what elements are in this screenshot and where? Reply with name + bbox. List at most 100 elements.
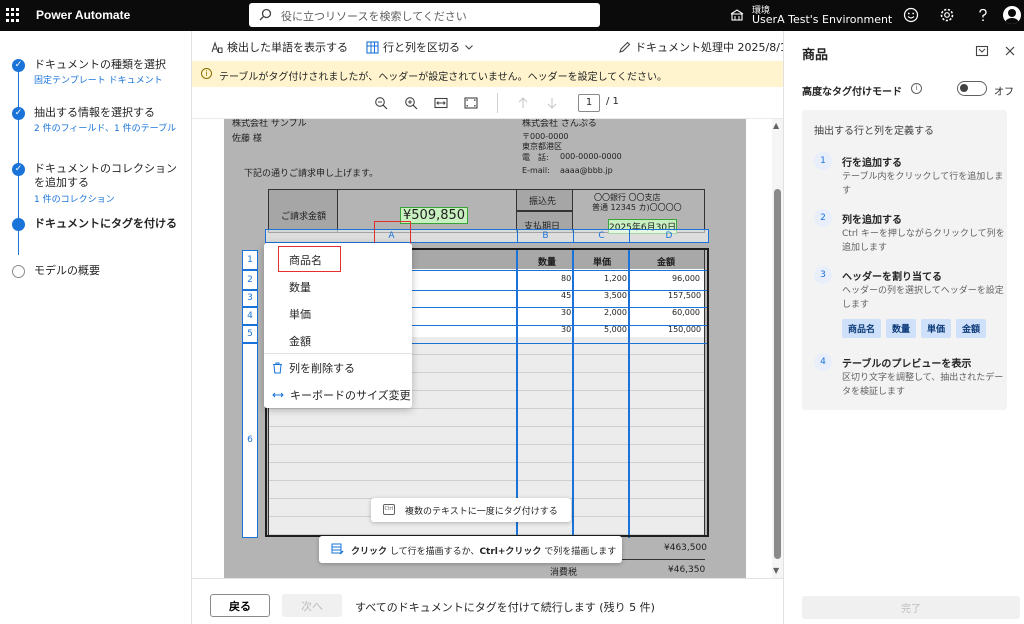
pending-step-icon bbox=[12, 265, 25, 278]
back-button[interactable]: 戻る bbox=[210, 594, 270, 617]
delete-column-button[interactable]: 列を削除する bbox=[272, 360, 355, 376]
search-box[interactable]: 役に立つリソースを検索してください bbox=[249, 3, 600, 27]
step-title: ドキュメントの種類を選択 bbox=[34, 58, 166, 71]
step-number: 2 bbox=[814, 209, 832, 227]
user-avatar-icon[interactable] bbox=[1003, 6, 1021, 24]
document-toolbar: 検出した単語を表示する 行と列を区切る ドキュメント処理中 2025/8/17 bbox=[192, 31, 794, 61]
step-title: ドキュメントにタグを付ける bbox=[34, 217, 177, 230]
doc-person: 佐藤 様 bbox=[232, 134, 262, 144]
draw-table-icon bbox=[331, 543, 344, 555]
step-description: ヘッダーの列を選択してヘッダーを設定します bbox=[842, 286, 1004, 310]
show-detected-words-button[interactable]: 検出した単語を表示する bbox=[210, 39, 348, 55]
scroll-up-icon[interactable]: ▲ bbox=[773, 121, 779, 130]
table-grid-icon bbox=[366, 40, 379, 54]
menu-item-amount[interactable]: 金額 bbox=[289, 333, 311, 349]
step-heading: テーブルのプレビューを表示 bbox=[842, 359, 972, 370]
menu-item-quantity[interactable]: 数量 bbox=[289, 279, 311, 295]
processing-label: ドキュメント処理中 2025/8/17 bbox=[635, 41, 794, 54]
scrollbar-thumb[interactable] bbox=[774, 189, 781, 559]
search-placeholder: 役に立つリソースを検索してください bbox=[281, 10, 467, 23]
warning-text: テーブルがタグ付けされましたが、ヘッダーが設定されていません。ヘッダーを設定して… bbox=[219, 72, 667, 83]
step-number: 3 bbox=[814, 266, 832, 284]
scroll-down-icon[interactable]: ▼ bbox=[773, 566, 779, 575]
doc-bank-label: 振込先 bbox=[529, 197, 557, 207]
keyboard-resize-label: キーボードのサイズ変更 bbox=[290, 389, 411, 402]
delete-column-label: 列を削除する bbox=[289, 362, 355, 375]
text-detect-icon bbox=[211, 40, 223, 53]
dock-panel-icon[interactable] bbox=[975, 44, 989, 58]
step-subtitle[interactable]: 固定テンプレート ドキュメント bbox=[34, 75, 184, 88]
next-button[interactable]: 次へ bbox=[282, 594, 342, 617]
page-number-input[interactable]: 1 bbox=[578, 94, 600, 112]
draw-rows-cols-hint: クリック して行を描画するか、Ctrl+クリック で列を描画します bbox=[319, 536, 622, 563]
show-detected-words-label: 検出した単語を表示する bbox=[227, 41, 348, 54]
split-rows-cols-label: 行と列を区切る bbox=[383, 41, 460, 54]
resize-arrows-icon bbox=[272, 392, 284, 398]
app-title[interactable]: Power Automate bbox=[36, 8, 130, 22]
steps-sidebar: ✓ ドキュメントの種類を選択 固定テンプレート ドキュメント ✓ 抽出する情報を… bbox=[0, 31, 192, 624]
step-title: ドキュメントのコレクションを追加する bbox=[34, 162, 177, 189]
multi-tag-hint[interactable]: Ctrl 複数のテキストに一度にタグ付けする bbox=[371, 498, 571, 522]
app-launcher-icon[interactable] bbox=[6, 8, 20, 22]
row-header-2[interactable]: 2 bbox=[242, 270, 258, 290]
arrow-down-icon[interactable] bbox=[545, 96, 559, 110]
doc-tax: ¥46,350 bbox=[668, 565, 706, 575]
step-heading: 行を追加する bbox=[842, 158, 902, 169]
help-icon[interactable] bbox=[975, 7, 991, 23]
header-chip[interactable]: 単価 bbox=[921, 319, 952, 338]
header-chip[interactable]: 金額 bbox=[956, 319, 987, 338]
column-header-c[interactable]: C bbox=[573, 229, 630, 243]
doc-subtotal: ¥463,500 bbox=[664, 543, 707, 553]
search-icon bbox=[259, 8, 272, 21]
document-scrollbar[interactable]: ▲ ▼ bbox=[772, 119, 783, 578]
document-processing-status[interactable]: ドキュメント処理中 2025/8/17 bbox=[618, 39, 794, 55]
menu-item-unit-price[interactable]: 単価 bbox=[289, 306, 311, 322]
info-icon[interactable]: i bbox=[911, 83, 922, 94]
gear-icon[interactable] bbox=[939, 7, 955, 23]
row-header-3[interactable]: 3 bbox=[242, 290, 258, 307]
step-subtitle[interactable]: 2 件のフィールド、1 件のテーブル bbox=[34, 123, 184, 136]
zoom-in-icon[interactable] bbox=[404, 96, 418, 110]
viewer-divider bbox=[497, 93, 498, 113]
smiley-icon[interactable] bbox=[903, 7, 919, 23]
row-header-6[interactable]: 6 bbox=[242, 343, 258, 538]
current-step-icon bbox=[12, 218, 25, 231]
multi-tag-hint-text: 複数のテキストに一度にタグ付けする bbox=[405, 507, 558, 517]
advanced-mode-toggle[interactable] bbox=[957, 81, 987, 96]
advanced-mode-label: 高度なタグ付けモード bbox=[802, 87, 902, 98]
step-title: モデルの概要 bbox=[34, 264, 100, 277]
fit-width-icon[interactable] bbox=[434, 96, 448, 110]
row-header-4[interactable]: 4 bbox=[242, 307, 258, 325]
column-header-b[interactable]: B bbox=[517, 229, 574, 243]
step-subtitle[interactable]: 1 件のコレクション bbox=[34, 194, 184, 207]
header-chips: 商品名 数量 単価 金額 bbox=[842, 319, 987, 338]
row-header-5[interactable]: 5 bbox=[242, 325, 258, 343]
doc-email: aaaa@bbb.jp bbox=[560, 166, 613, 175]
keyboard-icon: Ctrl bbox=[383, 504, 395, 515]
split-rows-cols-dropdown[interactable]: 行と列を区切る bbox=[366, 39, 474, 55]
keyboard-resize-button[interactable]: キーボードのサイズ変更 bbox=[272, 387, 411, 403]
doc-tel: 000-0000-0000 bbox=[560, 152, 622, 161]
column-header-d[interactable]: D bbox=[629, 229, 709, 243]
zoom-out-icon[interactable] bbox=[374, 96, 388, 110]
product-name-highlight bbox=[278, 246, 341, 272]
done-button[interactable]: 完了 bbox=[802, 596, 1020, 619]
top-bar: Power Automate 役に立つリソースを検索してください 環境 User… bbox=[0, 0, 1024, 31]
doc-tax-label: 消費税 bbox=[550, 568, 578, 578]
wizard-footer: 戻る 次へ すべてのドキュメントにタグを付けて続行します (残り 5 件) bbox=[192, 578, 783, 624]
environment-name[interactable]: UserA Test's Environment bbox=[752, 13, 892, 26]
doc-address: 東京都港区 bbox=[522, 142, 562, 151]
arrow-up-icon[interactable] bbox=[516, 96, 530, 110]
warning-banner: i テーブルがタグ付けされましたが、ヘッダーが設定されていません。ヘッダーを設定… bbox=[192, 61, 783, 87]
step-number: 1 bbox=[814, 152, 832, 170]
fit-page-icon[interactable] bbox=[464, 96, 478, 110]
step-description: 区切り文字を調整して、抽出されたデータを検証します bbox=[842, 373, 1004, 397]
doc-email-label: E-mail: bbox=[522, 166, 550, 175]
close-icon[interactable] bbox=[1003, 44, 1017, 58]
header-chip[interactable]: 商品名 bbox=[842, 319, 882, 338]
environment-icon[interactable] bbox=[730, 8, 744, 22]
header-chip[interactable]: 数量 bbox=[886, 319, 917, 338]
draw-hint-text: クリック して行を描画するか、Ctrl+クリック で列を描画します bbox=[351, 547, 617, 557]
row-header-1[interactable]: 1 bbox=[242, 250, 258, 270]
step-heading: 列を追加する bbox=[842, 215, 902, 226]
